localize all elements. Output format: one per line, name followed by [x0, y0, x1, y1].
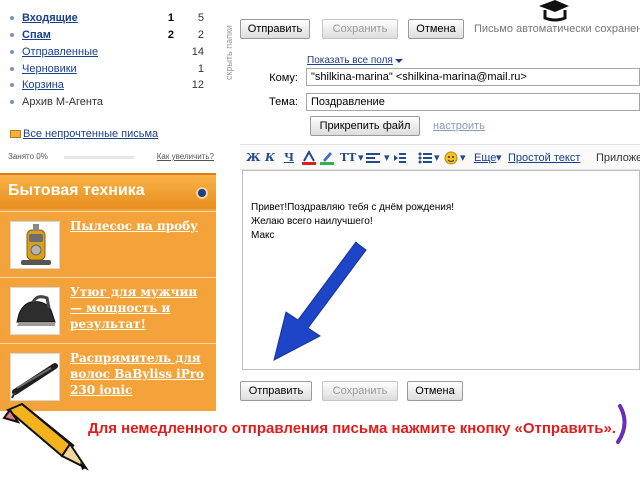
- folder-trash[interactable]: Корзина 12: [8, 77, 208, 93]
- instruction-caption: Для немедленного отправления письма нажм…: [88, 420, 616, 437]
- folder-total-count: 14: [191, 46, 204, 58]
- bullet-icon: [10, 33, 14, 37]
- folder-name[interactable]: Спам: [22, 27, 51, 43]
- folder-total-count: 12: [191, 79, 204, 91]
- bold-button[interactable]: Ж: [246, 150, 260, 166]
- pointer-arrow-icon: [273, 241, 367, 361]
- formatting-toolbar: Ж К Ч ТТ ▾ ▾ ▾ ▾ Еще ▾ Простой текст При…: [240, 144, 640, 170]
- save-button[interactable]: Сохранить: [322, 19, 398, 39]
- folder-drafts[interactable]: Черновики 1: [8, 61, 208, 77]
- font-dropdown-chevron-icon[interactable]: ▾: [358, 150, 364, 166]
- list-icon[interactable]: [418, 150, 432, 166]
- folder-sent[interactable]: Отправленные 14: [8, 44, 208, 60]
- folder-unread-count: 1: [167, 12, 174, 24]
- bullet-icon: [10, 50, 14, 54]
- bullet-icon: [10, 67, 14, 71]
- align-icon[interactable]: [366, 150, 380, 166]
- cancel-button[interactable]: Отмена: [408, 19, 464, 39]
- graduation-cap-icon: [539, 0, 569, 22]
- folder-inbox[interactable]: Входящие 1 5: [8, 10, 208, 26]
- folder-spam[interactable]: Спам 2 2: [8, 27, 208, 43]
- folder-total-count: 2: [197, 29, 204, 41]
- text-color-button[interactable]: [302, 149, 316, 166]
- text-color-icon: [302, 149, 316, 165]
- subject-field[interactable]: Поздравление: [306, 93, 640, 111]
- ad-item-iron[interactable]: Утюг для мужчин — мощность и результат!: [0, 277, 216, 343]
- hide-folders-link[interactable]: скрыть папки: [224, 10, 236, 80]
- apps-label[interactable]: Приложен: [596, 150, 640, 166]
- bottom-send-button[interactable]: Отправить: [240, 381, 312, 401]
- folder-total-count: 1: [197, 63, 204, 75]
- folder-agent-archive[interactable]: Архив М-Агента: [8, 94, 208, 110]
- highlight-button[interactable]: [320, 150, 334, 166]
- ad-title[interactable]: Бытовая техника: [8, 182, 145, 200]
- settings-link[interactable]: настроить: [433, 120, 485, 132]
- folder-panel: Входящие 1 5 Спам 2 2 Отправленные 14 Че…: [0, 0, 218, 170]
- chevron-down-icon: [394, 59, 403, 63]
- to-label: Кому:: [269, 72, 298, 84]
- ad-header: Бытовая техника: [0, 175, 216, 209]
- message-body-text[interactable]: Привет!Поздравляю тебя с днём рождения! …: [251, 201, 454, 243]
- smiley-dropdown-chevron-icon[interactable]: ▾: [460, 150, 466, 166]
- italic-button[interactable]: К: [265, 150, 275, 166]
- subject-label: Тема:: [269, 96, 298, 108]
- quota-row: Занято 0% Как увеличить?: [8, 150, 214, 164]
- send-button[interactable]: Отправить: [240, 19, 310, 39]
- smiley-icon[interactable]: [444, 150, 458, 166]
- underline-button[interactable]: Ч: [284, 150, 294, 166]
- ad-item-vacuum[interactable]: Пылесос на пробу: [0, 211, 216, 277]
- bullet-icon: [10, 100, 14, 104]
- autosave-note: Письмо автоматически сохранен: [474, 23, 640, 35]
- pencil-icon: [2, 402, 89, 471]
- folder-name[interactable]: Архив М-Агента: [22, 94, 103, 110]
- show-all-fields-link[interactable]: Показать все поля: [307, 55, 403, 66]
- highlight-icon: [320, 152, 334, 165]
- bottom-save-button[interactable]: Сохранить: [322, 381, 398, 401]
- ad-item-text[interactable]: Распрямитель для волос BaByliss iPro 230…: [70, 350, 210, 398]
- indent-icon[interactable]: [394, 150, 406, 166]
- straightener-thumbnail[interactable]: [10, 353, 60, 401]
- ad-item-text[interactable]: Утюг для мужчин — мощность и результат!: [70, 284, 210, 332]
- to-field[interactable]: "shilkina-marina" <shilkina-marina@mail.…: [306, 68, 640, 86]
- attach-file-button[interactable]: Прикрепить файл: [310, 116, 420, 136]
- font-button[interactable]: ТТ: [340, 150, 356, 166]
- folder-name[interactable]: Корзина: [22, 77, 64, 93]
- folder-unread-count: 2: [167, 29, 174, 41]
- quota-bar: [64, 156, 134, 159]
- ad-badge-icon: [196, 187, 208, 199]
- folder-name[interactable]: Черновики: [22, 61, 77, 77]
- ad-block: Бытовая техника Пылесос на пробу Утюг дл…: [0, 173, 216, 411]
- plain-text-link[interactable]: Простой текст: [508, 150, 580, 166]
- align-dropdown-chevron-icon[interactable]: ▾: [384, 150, 390, 166]
- more-dropdown-chevron-icon[interactable]: ▾: [496, 150, 502, 166]
- list-dropdown-chevron-icon[interactable]: ▾: [434, 150, 440, 166]
- all-unread-label[interactable]: Все непрочтенные письма: [23, 126, 158, 142]
- iron-thumbnail[interactable]: [10, 287, 60, 335]
- bullet-icon: [10, 83, 14, 87]
- bottom-cancel-button[interactable]: Отмена: [407, 381, 463, 401]
- quota-link[interactable]: Как увеличить?: [157, 150, 214, 164]
- folder-name[interactable]: Отправленные: [22, 44, 98, 60]
- show-all-fields-label[interactable]: Показать все поля: [307, 55, 393, 66]
- folder-total-count: 5: [197, 12, 204, 24]
- bullet-icon: [10, 16, 14, 20]
- quota-text: Занято 0%: [8, 152, 48, 161]
- folder-name[interactable]: Входящие: [22, 10, 78, 26]
- envelope-icon: [10, 130, 21, 138]
- more-button[interactable]: Еще: [474, 150, 496, 166]
- ad-item-text[interactable]: Пылесос на пробу: [70, 218, 210, 234]
- vacuum-thumbnail[interactable]: [10, 221, 60, 269]
